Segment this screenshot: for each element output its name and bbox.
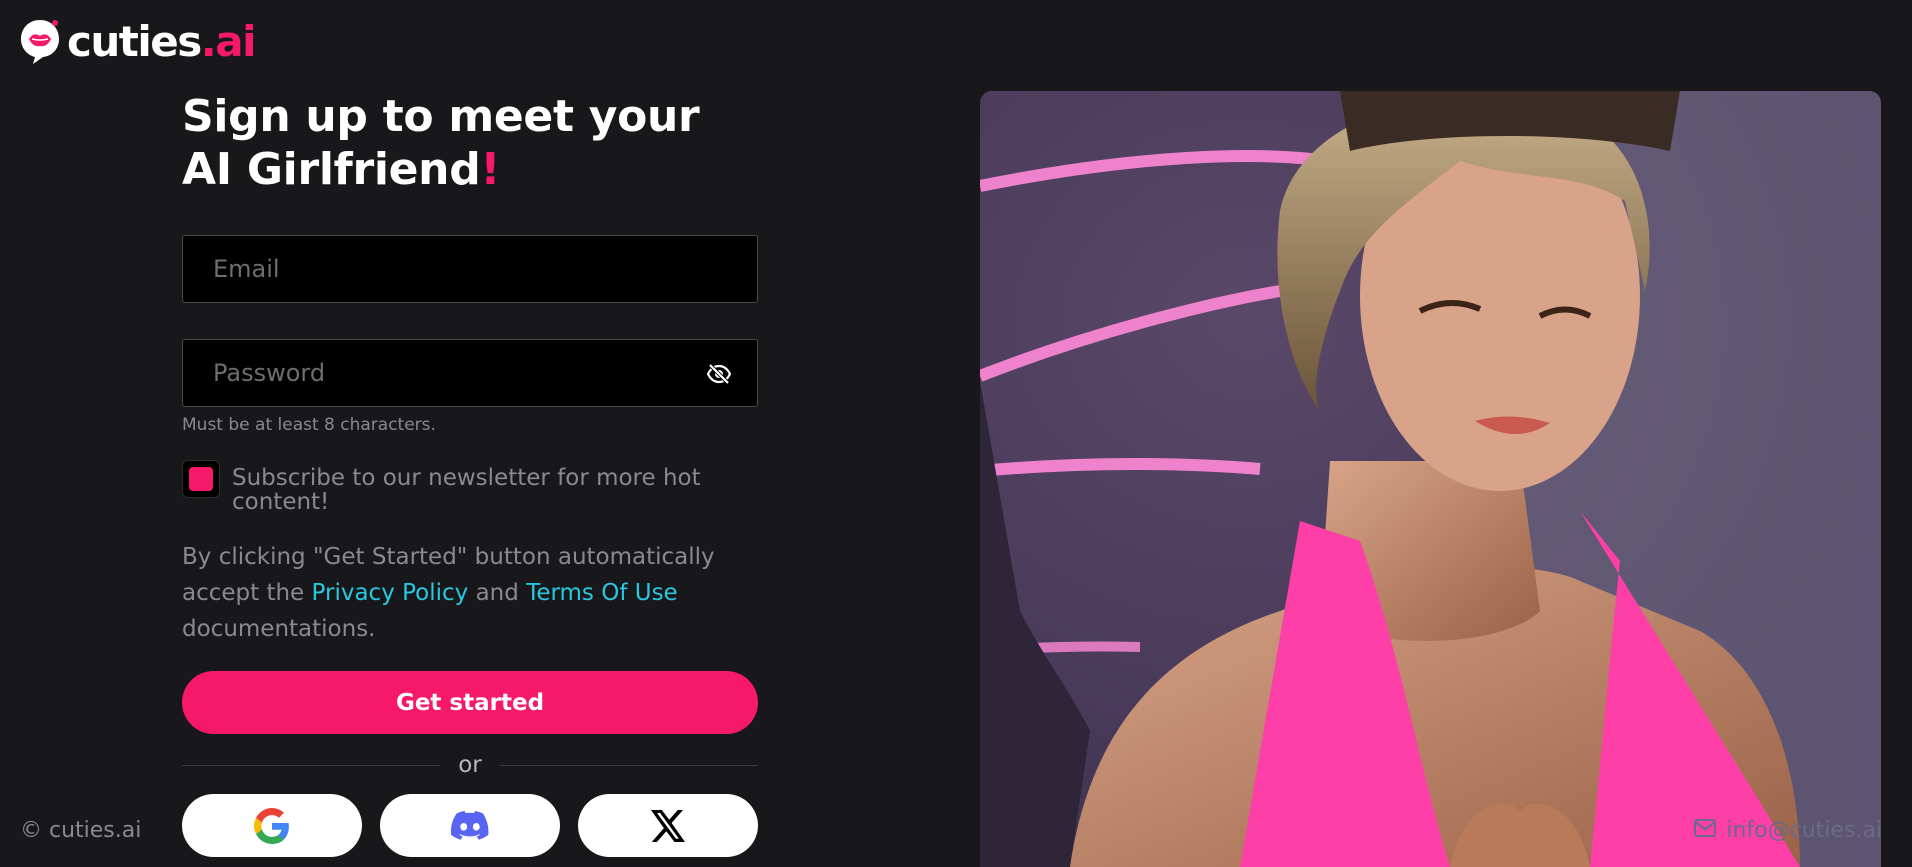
terms-of-use-link[interactable]: Terms Of Use <box>526 580 678 606</box>
divider-line-right <box>499 764 758 766</box>
google-icon <box>254 807 289 844</box>
divider-line-left <box>182 764 441 766</box>
signup-heading: Sign up to meet your AI Girlfriend! <box>182 90 758 196</box>
email-input[interactable] <box>213 255 757 283</box>
footer-email[interactable]: info@cuties.ai <box>1694 818 1882 843</box>
password-input[interactable] <box>213 359 687 387</box>
checkbox-checked-fill <box>189 467 213 491</box>
brand-logo[interactable]: cuties.ai <box>19 17 256 66</box>
x-icon <box>651 809 685 842</box>
terms-notice: By clicking "Get Started" button automat… <box>182 539 758 647</box>
footer-copyright: © cuties.ai <box>20 818 142 843</box>
page-title: Sign up to meet your AI Girlfriend! <box>182 90 758 196</box>
terms-and: and <box>468 580 527 606</box>
logo-wordmark: cuties.ai <box>67 17 256 66</box>
title-line-1: Sign up to meet your <box>182 91 700 142</box>
newsletter-label: Subscribe to our newsletter for more hot… <box>232 465 701 515</box>
mail-icon <box>1694 818 1717 843</box>
divider-label: or <box>458 752 482 778</box>
newsletter-checkbox[interactable] <box>182 460 220 498</box>
password-hint: Must be at least 8 characters. <box>182 415 436 435</box>
terms-suffix: documentations. <box>182 616 376 642</box>
footer-email-text: info@cuties.ai <box>1726 818 1882 843</box>
lips-logo-icon <box>19 18 61 66</box>
privacy-policy-link[interactable]: Privacy Policy <box>312 580 469 606</box>
google-signin-button[interactable] <box>182 794 362 857</box>
newsletter-option[interactable]: Subscribe to our newsletter for more hot… <box>182 460 758 514</box>
password-field[interactable] <box>182 339 758 407</box>
title-exclamation: ! <box>480 144 501 195</box>
eye-slash-icon[interactable] <box>703 358 735 390</box>
get-started-button[interactable]: Get started <box>182 671 758 734</box>
title-line-2: AI Girlfriend <box>182 144 481 195</box>
email-field[interactable] <box>182 235 758 303</box>
x-signin-button[interactable] <box>578 794 758 857</box>
discord-icon <box>451 810 489 840</box>
hero-image <box>980 91 1881 867</box>
or-divider: or <box>182 750 758 780</box>
discord-signin-button[interactable] <box>380 794 560 857</box>
